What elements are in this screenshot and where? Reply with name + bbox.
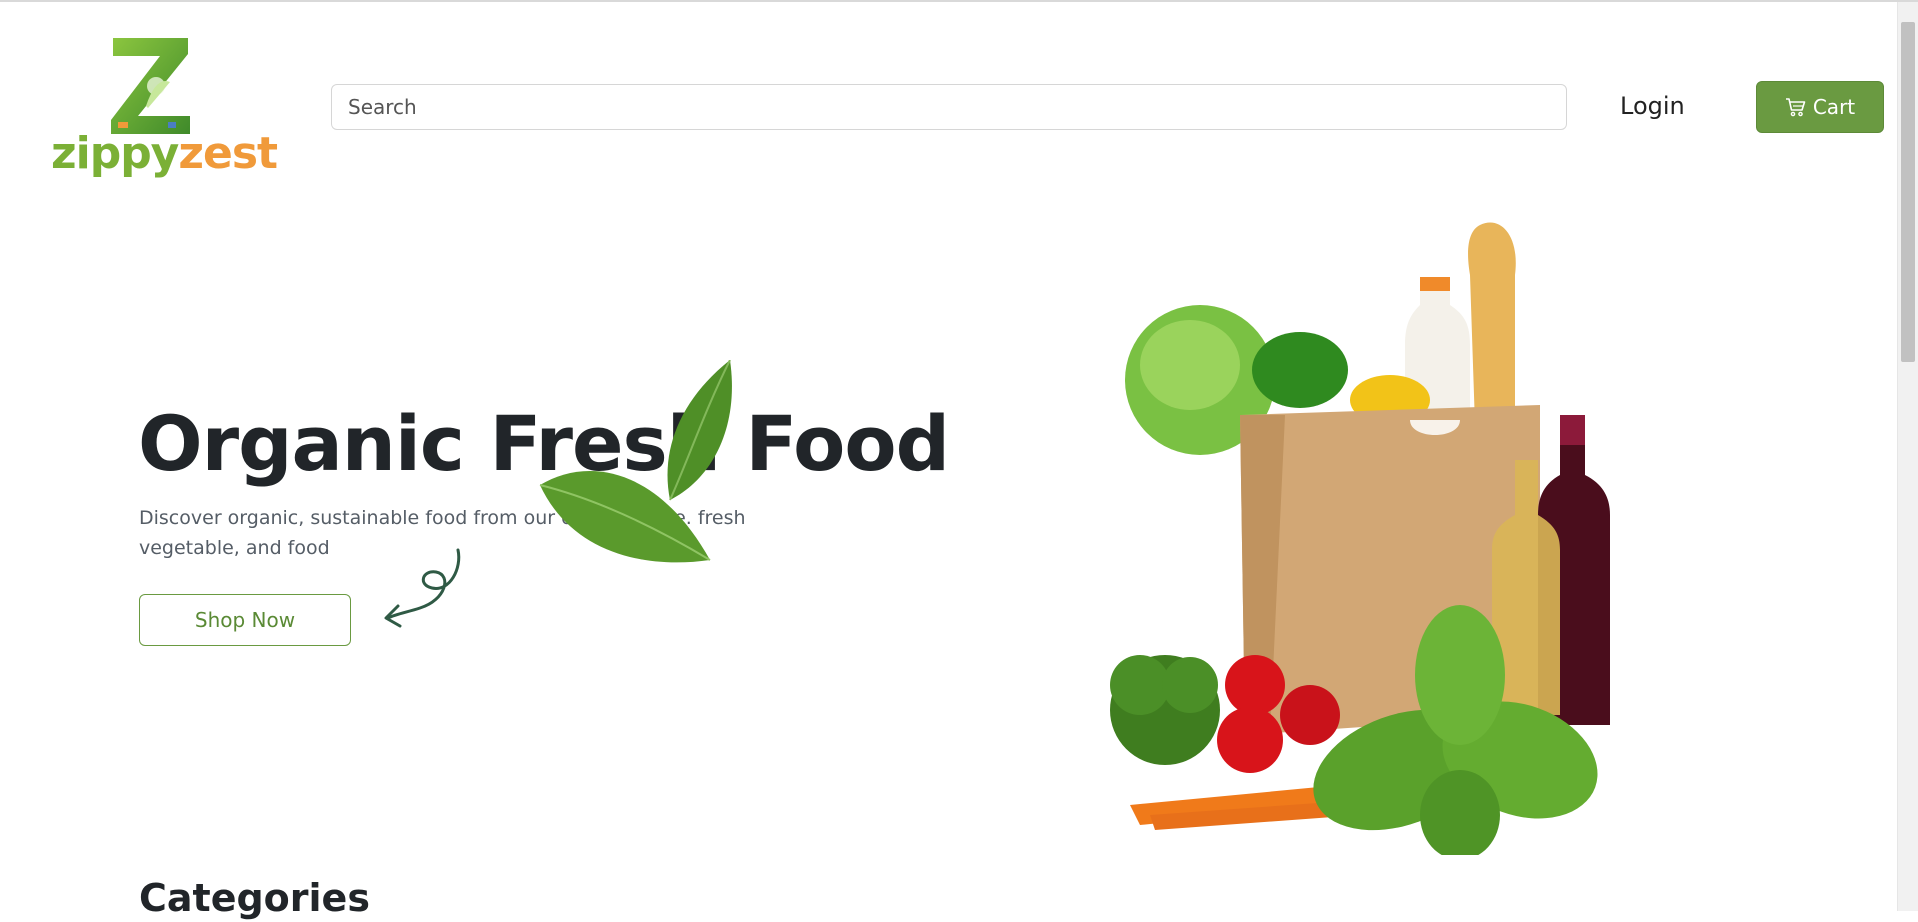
cart-button[interactable]: Cart bbox=[1756, 81, 1884, 133]
scrollbar-thumb[interactable] bbox=[1901, 22, 1915, 362]
shop-now-button[interactable]: Shop Now bbox=[139, 594, 351, 646]
login-link[interactable]: Login bbox=[1620, 92, 1685, 120]
logo-z-icon bbox=[111, 38, 190, 134]
search-input[interactable] bbox=[331, 84, 1567, 130]
logo-wordmark: zippyzest bbox=[51, 132, 278, 176]
logo-wordmark-part1: zippy bbox=[51, 128, 179, 179]
categories-heading: Categories bbox=[139, 876, 370, 920]
page-scrollbar[interactable] bbox=[1897, 2, 1918, 911]
grocery-bag-image bbox=[1110, 222, 1610, 855]
basil-leaves-image bbox=[539, 360, 732, 563]
window-top-border bbox=[0, 0, 1918, 2]
cart-icon bbox=[1785, 98, 1806, 117]
curly-arrow-icon bbox=[384, 548, 461, 628]
zippyzest-logo[interactable]: zippyzest bbox=[48, 36, 278, 186]
logo-wordmark-part2: zest bbox=[178, 128, 278, 179]
cart-label: Cart bbox=[1812, 95, 1856, 119]
